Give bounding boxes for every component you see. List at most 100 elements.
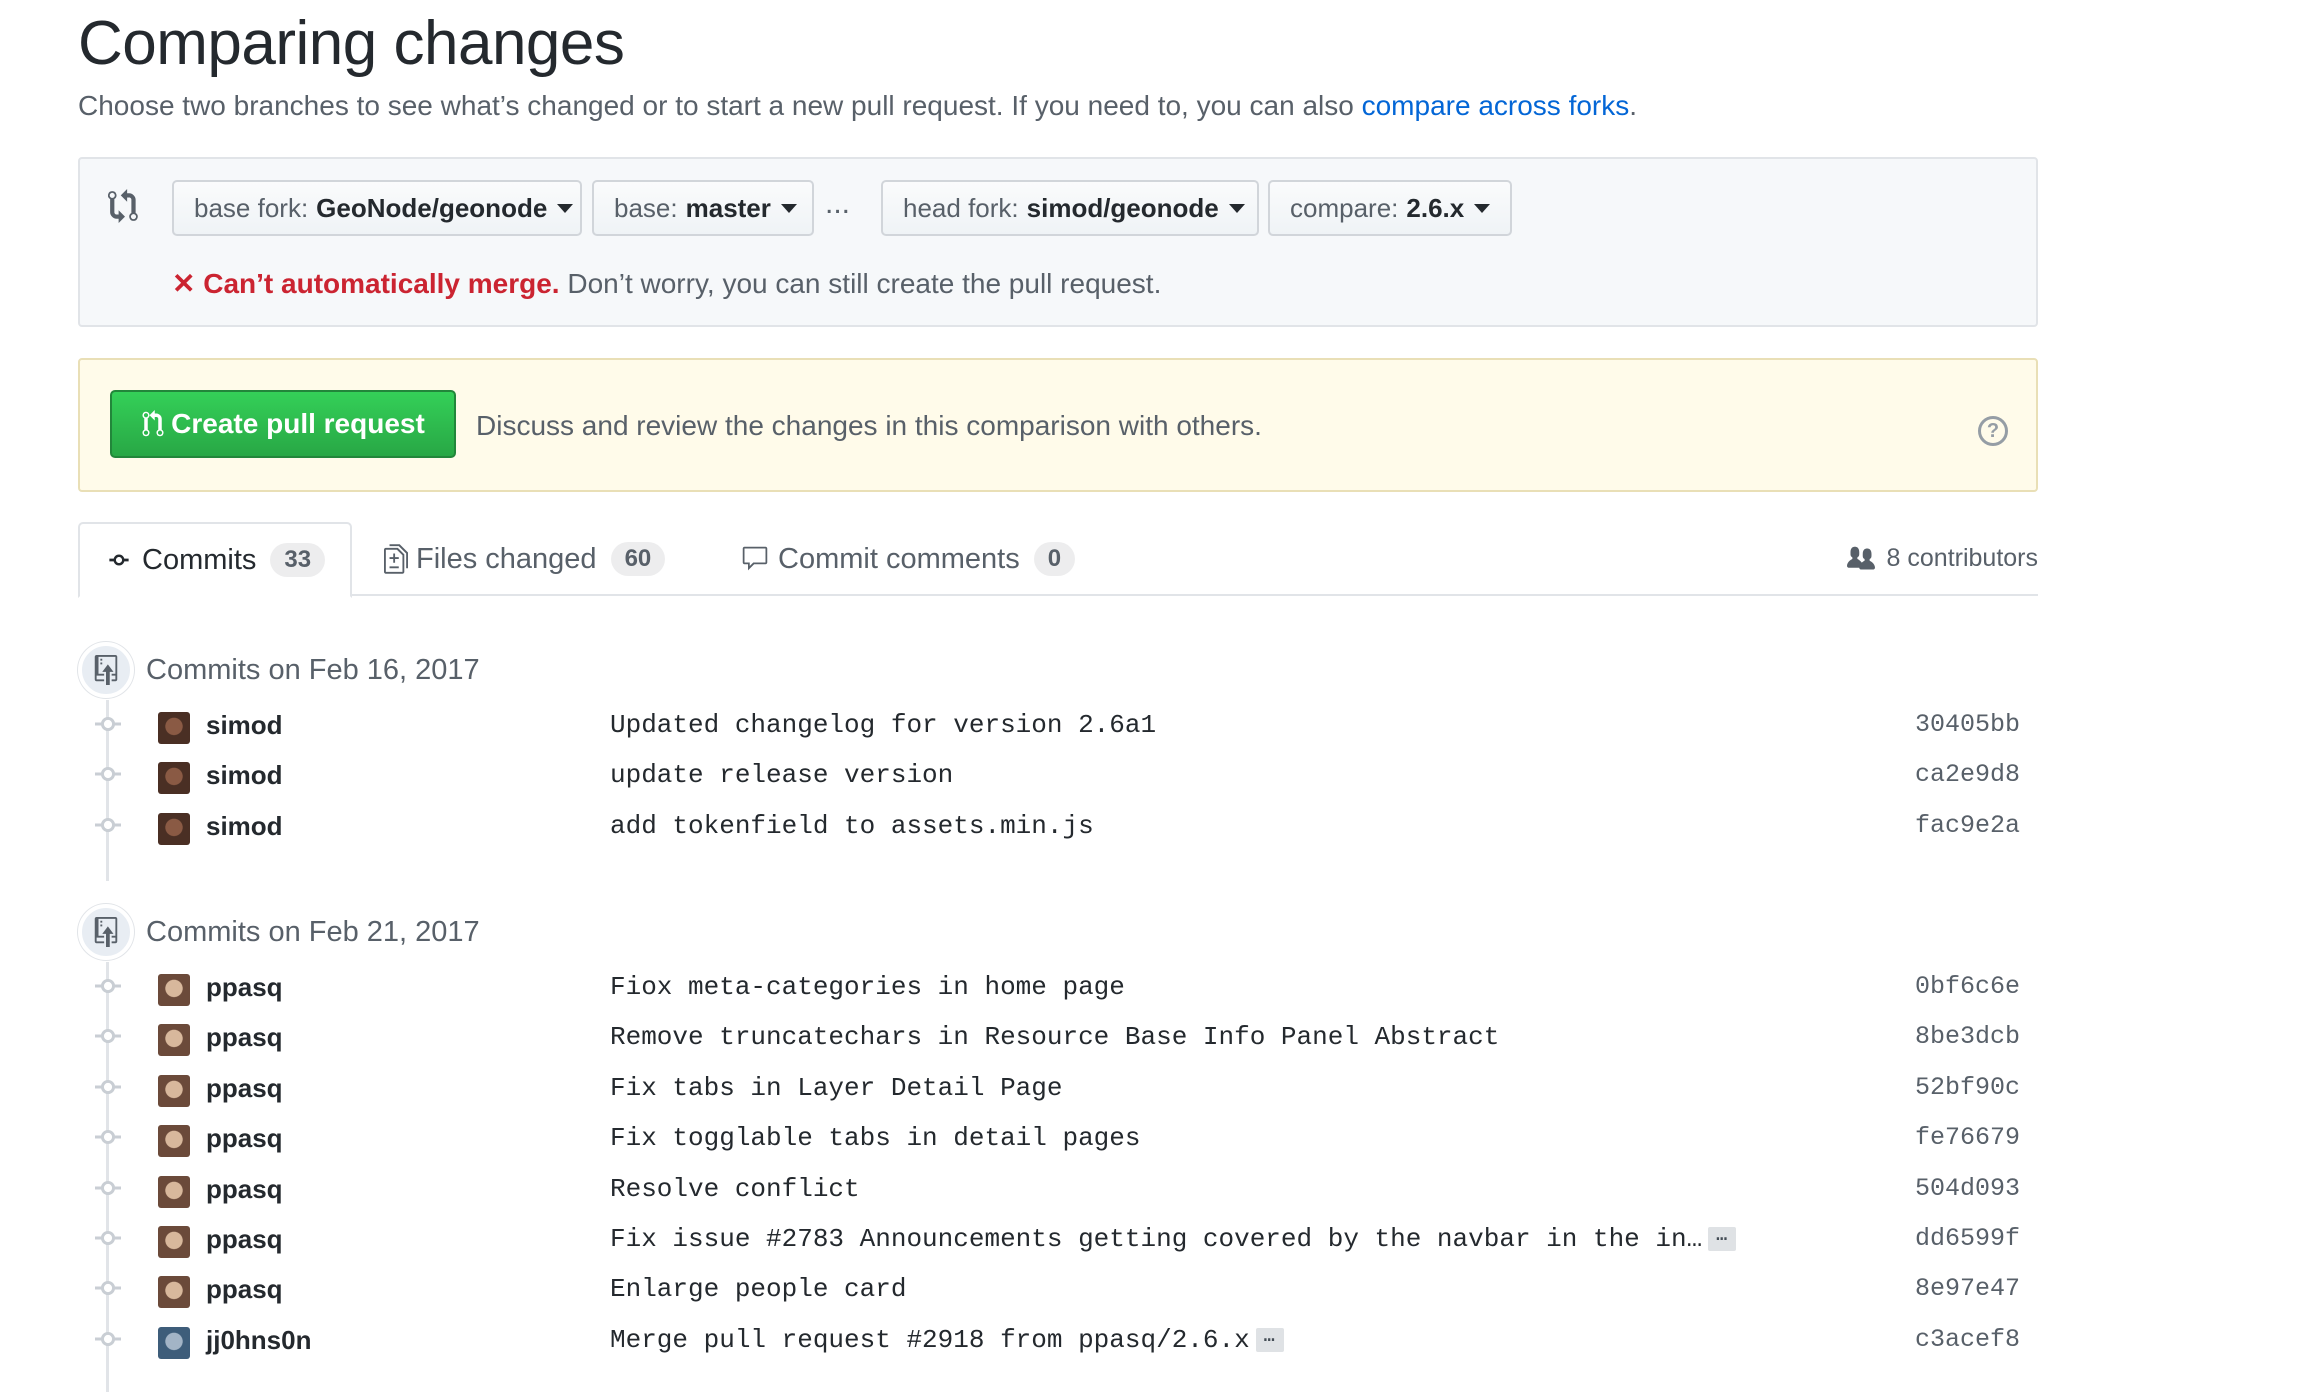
commit-message[interactable]: Merge pull request #2918 from ppasq/2.6.… [610, 1325, 1284, 1355]
commit-row[interactable]: simod add tokenfield to assets.min.js fac9… [78, 801, 2038, 851]
base-fork-value: GeoNode/geonode [316, 192, 548, 223]
commit-sha-link[interactable]: fe76679 [1915, 1123, 2020, 1152]
commit-row[interactable]: ppasq Fix togglable tabs in detail pages f… [78, 1113, 2038, 1163]
create-pull-request-button[interactable]: Create pull request [110, 390, 456, 458]
git-commit-icon [95, 1029, 121, 1044]
commit-sha-link[interactable]: 0bf6c6e [1915, 972, 2020, 1001]
compare-across-forks-link[interactable]: compare across forks [1362, 90, 1630, 121]
page-subtitle: Choose two branches to see what’s change… [78, 90, 1637, 122]
git-commit-icon [95, 1180, 121, 1195]
base-branch-label: base: [614, 192, 678, 223]
commit-row[interactable]: ppasq Fix issue #2783 Announcements getti… [78, 1214, 2038, 1264]
comment-icon [742, 546, 768, 571]
commit-row[interactable]: ppasq Fix tabs in Layer Detail Page 52bf90… [78, 1063, 2038, 1113]
commit-author[interactable]: ppasq [206, 1022, 283, 1053]
commit-sha-link[interactable]: fac9e2a [1915, 811, 2020, 840]
commit-author[interactable]: simod [206, 811, 283, 842]
commit-message[interactable]: Remove truncatechars in Resource Base In… [610, 1022, 1499, 1052]
base-fork-select[interactable]: base fork: GeoNode/geonode [172, 180, 582, 236]
commit-group-date: Commits on Feb 16, 2017 [146, 653, 480, 686]
git-commit-icon [95, 1281, 121, 1296]
commit-sha-link[interactable]: dd6599f [1915, 1224, 2020, 1253]
avatar[interactable] [158, 1125, 190, 1158]
commit-row[interactable]: ppasq Resolve conflict 504d093 [78, 1164, 2038, 1214]
commit-sha-link[interactable]: c3acef8 [1915, 1325, 2020, 1354]
commit-author[interactable]: ppasq [206, 1224, 283, 1255]
commit-sha-link[interactable]: 504d093 [1915, 1174, 2020, 1203]
avatar[interactable] [158, 712, 190, 744]
commit-author[interactable]: ppasq [206, 1073, 283, 1104]
commit-row[interactable]: ppasq Fiox meta-categories in home page 0b… [78, 962, 2038, 1012]
commit-sha-link[interactable]: 8e97e47 [1915, 1274, 2020, 1303]
expand-message-button[interactable]: … [1708, 1227, 1736, 1251]
commit-message[interactable]: Fiox meta-categories in home page [610, 972, 1125, 1002]
commit-message[interactable]: update release version [610, 760, 953, 790]
git-pull-request-icon [142, 410, 164, 437]
commit-group-date: Commits on Feb 21, 2017 [146, 915, 480, 948]
git-commit-icon [95, 1130, 121, 1145]
commit-message[interactable]: Fix tabs in Layer Detail Page [610, 1073, 1062, 1103]
commit-message-text: Enlarge people card [610, 1274, 907, 1305]
avatar[interactable] [158, 812, 190, 845]
head-fork-select[interactable]: head fork: simod/geonode [881, 180, 1259, 236]
commit-sha-link[interactable]: 8be3dcb [1915, 1022, 2020, 1051]
avatar[interactable] [158, 974, 190, 1006]
commit-author[interactable]: ppasq [206, 972, 283, 1003]
expand-message-button[interactable]: … [1255, 1327, 1284, 1352]
avatar[interactable] [158, 1276, 190, 1309]
tab-commit-comments[interactable]: Commit comments 0 [740, 522, 1076, 596]
git-compare-icon [108, 189, 138, 223]
commit-row[interactable]: ppasq Enlarge people card 8e97e47 [78, 1264, 2038, 1314]
commit-author[interactable]: ppasq [206, 1274, 283, 1305]
commit-row[interactable]: simod update release version ca2e9d8 [78, 750, 2038, 800]
commit-author[interactable]: simod [206, 760, 283, 791]
create-pr-banner: Create pull request Discuss and review t… [78, 358, 2038, 492]
commit-message[interactable]: add tokenfield to assets.min.js [610, 811, 1094, 841]
compare-branch-select[interactable]: compare: 2.6.x [1268, 180, 1512, 236]
head-fork-value: simod/geonode [1026, 192, 1219, 223]
commit-message-text: Merge pull request #2918 from ppasq/2.6.… [610, 1324, 1250, 1355]
commit-message-text: Fix togglable tabs in detail pages [610, 1123, 1141, 1154]
base-branch-select[interactable]: base: master [592, 180, 814, 236]
range-editor: base fork: GeoNode/geonode base: master ..… [78, 157, 2038, 327]
commit-message[interactable]: Resolve conflict [610, 1174, 860, 1204]
git-commit-icon [95, 978, 121, 994]
compare-branch-value: 2.6.x [1406, 192, 1465, 223]
git-commit-icon [95, 1079, 121, 1094]
avatar[interactable] [158, 1175, 190, 1208]
page-title: Comparing changes [78, 9, 625, 78]
tab-commit-comments-label: Commit comments [778, 542, 1020, 575]
commit-message[interactable]: Fix togglable tabs in detail pages [610, 1123, 1141, 1153]
git-commit-icon [95, 716, 121, 732]
question-icon[interactable]: ? [1978, 416, 2008, 446]
tab-files-changed-count: 60 [610, 542, 666, 576]
merge-status: ✕ Can’t automatically merge. Don’t worry… [172, 267, 1161, 300]
commit-author[interactable]: jj0hns0n [206, 1325, 311, 1356]
avatar[interactable] [158, 1226, 190, 1258]
commit-author[interactable]: simod [206, 710, 283, 741]
commit-author[interactable]: ppasq [206, 1174, 283, 1205]
commit-sha-link[interactable]: ca2e9d8 [1915, 760, 2020, 789]
commit-sha-link[interactable]: 30405bb [1915, 710, 2020, 739]
commit-message-text: Remove truncatechars in Resource Base In… [610, 1022, 1500, 1053]
avatar[interactable] [158, 762, 190, 795]
commit-author[interactable]: ppasq [206, 1123, 283, 1154]
commit-message[interactable]: Fix issue #2783 Announcements getting co… [610, 1224, 1736, 1254]
commit-row[interactable]: ppasq Remove truncatechars in Resource Ba… [78, 1012, 2038, 1062]
avatar[interactable] [158, 1074, 190, 1107]
commit-message-text: Fix issue #2783 Announcements getting co… [610, 1224, 1703, 1254]
tab-commits[interactable]: Commits 33 [78, 522, 352, 598]
contributors-link[interactable]: 8 contributors [1845, 544, 2038, 573]
commit-message-text: add tokenfield to assets.min.js [610, 810, 1094, 841]
file-diff-icon [384, 544, 408, 574]
commit-row[interactable]: simod Updated changelog for version 2.6a1… [78, 700, 2038, 750]
git-commit-icon [95, 817, 121, 832]
commit-row[interactable]: jj0hns0n Merge pull request #2918 from pp… [78, 1315, 2038, 1365]
commit-message[interactable]: Updated changelog for version 2.6a1 [610, 710, 1156, 740]
commit-sha-link[interactable]: 52bf90c [1915, 1073, 2020, 1102]
repo-push-icon [78, 642, 134, 698]
commit-message[interactable]: Enlarge people card [610, 1274, 906, 1304]
avatar[interactable] [158, 1326, 190, 1359]
tab-files-changed[interactable]: Files changed 60 [384, 522, 666, 596]
avatar[interactable] [158, 1024, 190, 1057]
